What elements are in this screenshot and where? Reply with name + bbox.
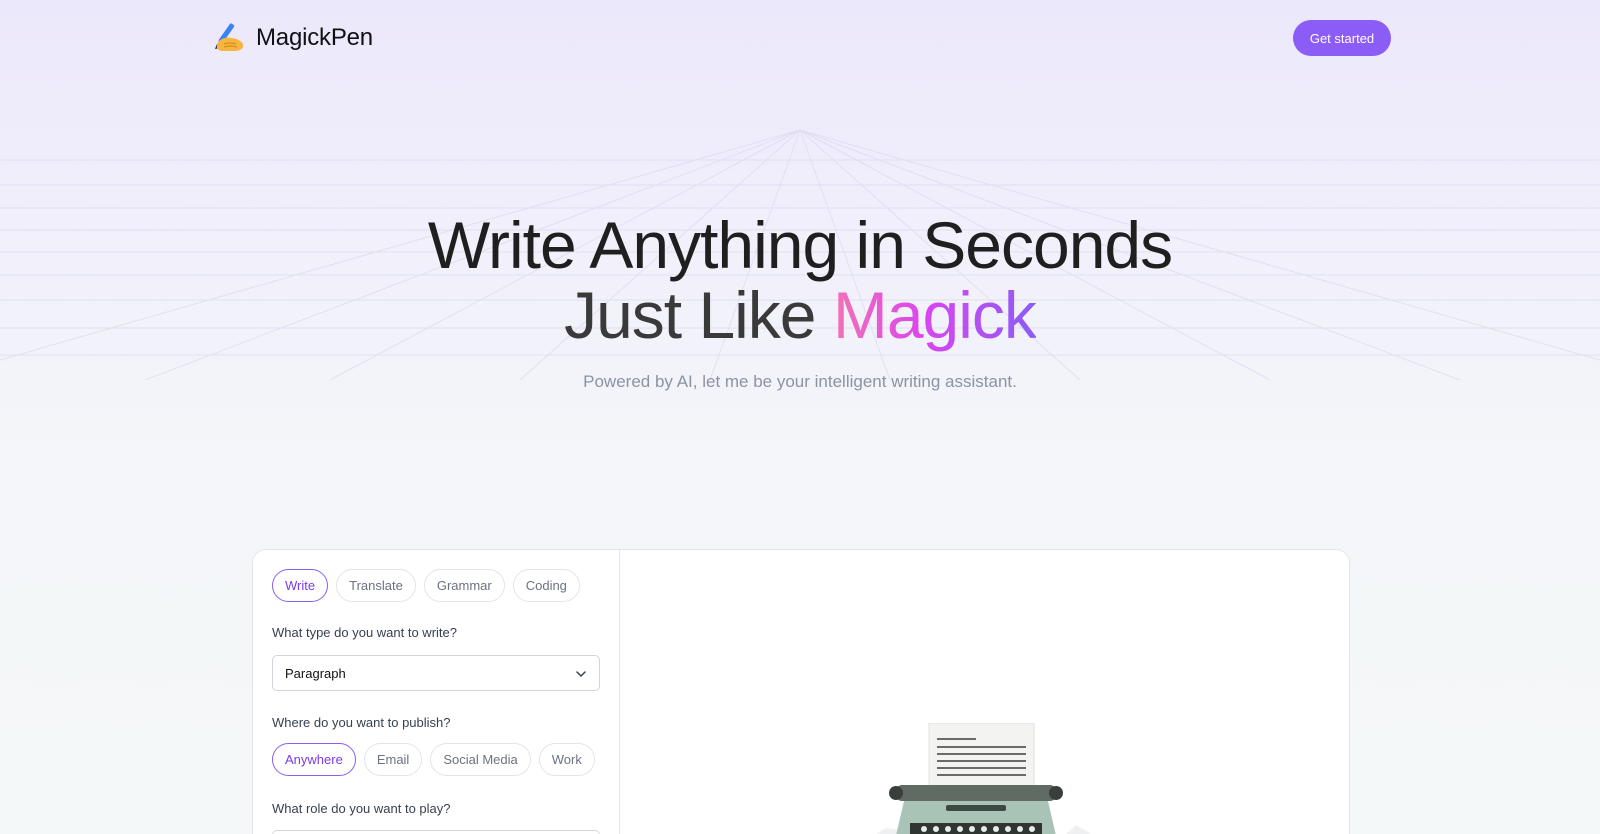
type-question-label: What type do you want to write? (272, 625, 457, 640)
typewriter-illustration (876, 723, 1091, 834)
publish-option-anywhere[interactable]: Anywhere (272, 743, 356, 776)
type-select-value: Paragraph (285, 665, 346, 681)
hero-line-2-prefix: Just Like (564, 278, 833, 352)
chevron-down-icon (576, 671, 586, 677)
publish-option-work[interactable]: Work (538, 743, 595, 776)
publish-option-social-media[interactable]: Social Media (430, 743, 531, 776)
tool-options-panel: Write Translate Grammar Coding What type… (253, 550, 620, 834)
brand-logo[interactable]: MagickPen (210, 20, 373, 56)
tab-grammar[interactable]: Grammar (423, 569, 505, 602)
role-select[interactable] (272, 830, 600, 834)
output-panel (621, 550, 1349, 834)
tab-translate[interactable]: Translate (336, 569, 416, 602)
hero-line-1: Write Anything in Seconds (427, 208, 1173, 282)
top-nav: MagickPen Get started (0, 0, 1600, 76)
publish-option-email[interactable]: Email (363, 743, 423, 776)
type-select[interactable]: Paragraph (272, 655, 600, 691)
hero-heading: Write Anything in Seconds Just Like Magi… (0, 210, 1600, 350)
role-question-label: What role do you want to play? (272, 801, 451, 816)
publish-options: Anywhere Email Social Media Work (272, 743, 595, 776)
publish-question-label: Where do you want to publish? (272, 715, 451, 730)
writing-tool-card: Write Translate Grammar Coding What type… (252, 549, 1350, 834)
tab-coding[interactable]: Coding (512, 569, 580, 602)
hero-subtitle: Powered by AI, let me be your intelligen… (583, 372, 1017, 391)
writing-hand-icon (215, 23, 244, 51)
get-started-button[interactable]: Get started (1293, 20, 1391, 56)
mode-tabs: Write Translate Grammar Coding (272, 569, 580, 602)
hero-highlight-word: Magick (832, 278, 1037, 352)
brand-name: MagickPen (256, 24, 373, 51)
hero-line-2: Just Like Magick (0, 280, 1600, 350)
tab-write[interactable]: Write (272, 569, 329, 602)
